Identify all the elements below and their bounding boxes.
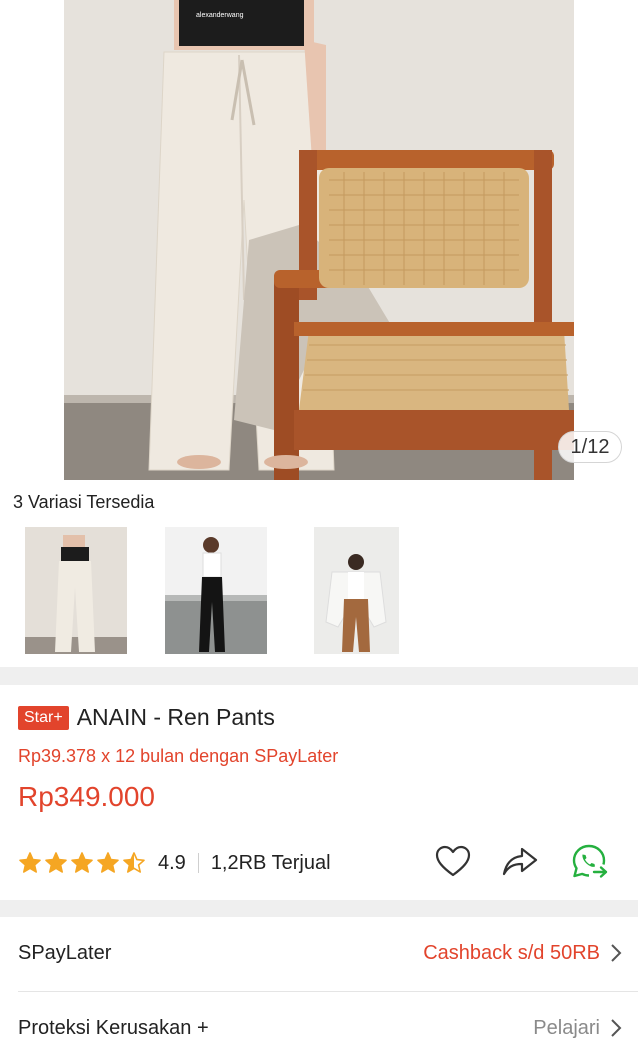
damage-protection-row[interactable]: Proteksi Kerusakan + Pelajari xyxy=(18,1008,622,1048)
installment-text[interactable]: Rp39.378 x 12 bulan dengan SPayLater xyxy=(18,746,338,767)
product-title-row: Star+ ANAIN - Ren Pants xyxy=(18,704,275,731)
star-icon xyxy=(123,852,145,873)
section-divider xyxy=(0,667,638,685)
variant-thumbnail-black[interactable] xyxy=(165,527,267,654)
chevron-right-icon xyxy=(611,944,622,962)
variant-thumbnail-brown[interactable] xyxy=(314,527,399,654)
row-divider xyxy=(18,991,638,992)
product-title: ANAIN - Ren Pants xyxy=(76,704,275,730)
shirt-brand-text: alexanderwang xyxy=(196,12,244,19)
rating-value: 4.9 xyxy=(158,851,186,874)
sold-count: 1,2RB Terjual xyxy=(210,851,331,874)
star-icon xyxy=(45,852,67,873)
learn-more-link[interactable]: Pelajari xyxy=(533,1017,600,1040)
star-icon xyxy=(97,852,119,873)
star-plus-badge: Star+ xyxy=(18,705,69,730)
rating-row[interactable]: 4.9 1,2RB Terjual xyxy=(18,846,331,880)
product-price: Rp349.000 xyxy=(18,781,156,812)
star-icon xyxy=(19,852,41,873)
favorite-heart-icon[interactable] xyxy=(434,843,472,881)
image-counter: 1/12 xyxy=(558,431,622,463)
section-divider xyxy=(0,900,638,917)
spaylater-row[interactable]: SPayLater Cashback s/d 50RB xyxy=(18,933,622,973)
star-icon xyxy=(71,852,93,873)
share-icon[interactable] xyxy=(501,843,539,881)
chevron-right-icon xyxy=(611,1019,622,1037)
variant-thumbnail-cream[interactable] xyxy=(25,527,127,654)
rating-separator xyxy=(197,853,199,873)
spaylater-label: SPayLater xyxy=(18,941,112,964)
product-image-gallery[interactable]: alexanderwang 1/12 xyxy=(0,0,638,480)
product-photo-illustration: alexanderwang xyxy=(64,0,574,480)
product-main-photo[interactable]: alexanderwang xyxy=(64,0,574,480)
damage-protection-label: Proteksi Kerusakan + xyxy=(18,1016,209,1039)
variants-label: 3 Variasi Tersedia xyxy=(13,492,155,512)
rating-stars xyxy=(18,851,146,875)
spaylater-cashback-value: Cashback s/d 50RB xyxy=(423,941,600,964)
whatsapp-share-icon[interactable] xyxy=(570,843,608,881)
